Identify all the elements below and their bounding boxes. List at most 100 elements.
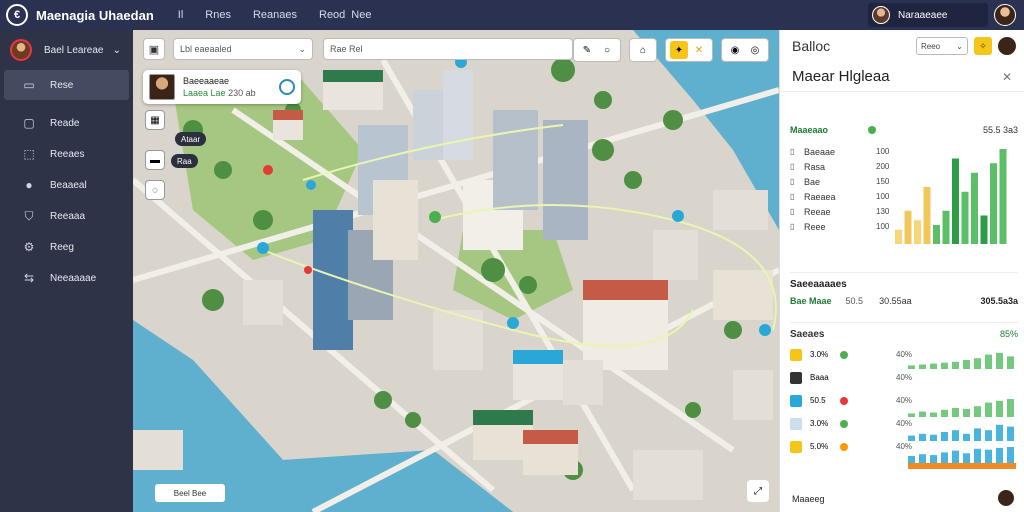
highlight-controls: ✦ ✕ [665,38,713,62]
app-logo-icon[interactable]: € [6,4,28,26]
sidebar-item-users[interactable]: ● Beaaeal [4,170,129,200]
sidebar-item-label: Reade [50,117,80,129]
shield-icon: ⛉ [24,208,34,223]
panel-title: Maear Hlgleaa ✕ [780,62,1024,92]
location-card-subtitle: Laaea Lae 230 ab [183,88,256,98]
sidebar-item-share[interactable]: ⇆ Neeaaaae [4,263,129,293]
sparkline-bar [908,413,915,417]
summary-section: Saeeaaaaes Bae Maae 50.5 30.55aa 305.5a3… [790,272,1018,322]
setting-label: 5.0% [810,442,829,451]
chart-bar [914,220,921,244]
status-dot-icon [840,350,848,359]
avatar[interactable] [998,490,1014,506]
star-icon[interactable]: ✦ [670,41,688,59]
sidebar-item-label: Beaaeal [50,179,87,191]
grid-icon[interactable]: ◎ [746,41,764,59]
period-select[interactable]: Reeo ⌄ [916,37,968,55]
user-menu[interactable]: Naraaeaee [868,3,988,27]
summary-row: Bae Maae 50.5 30.55aa 305.5a3a [790,296,1018,306]
nav-item-5[interactable]: Nee [351,9,371,21]
metrics-value: 55.5 3a3 [982,125,1018,135]
sidebar-item-reports[interactable]: ▢ Reade [4,108,129,138]
tool-select-button[interactable]: ▦ [145,110,165,130]
sparkline-bar [941,362,948,369]
layer-select[interactable]: Lbl eaeaaled ⌄ [173,38,313,60]
nav-item-3[interactable]: Reanaes [253,9,297,21]
navigate-icon[interactable] [279,79,295,95]
sparkline-bar [908,435,915,441]
sparkline-bar [941,409,948,417]
nav-item-1[interactable]: Il [178,9,184,21]
sidebar-item-label: Neeaaaae [50,272,97,284]
map-icon: ⬚ [23,147,35,161]
search-input[interactable]: Rae Rel [323,38,573,60]
eye-icon[interactable]: ◉ [726,41,744,59]
sidebar-item-label: Reeg [50,241,74,253]
metric-number: 130 [876,207,890,216]
sidebar-item-home[interactable]: ▭ Rese [4,70,129,100]
sidebar-item-maps[interactable]: ⬚ Reeaes [4,139,129,169]
avatar[interactable] [998,37,1016,55]
share-icon: ⇆ [23,271,35,285]
search-icon[interactable]: ○ [598,41,616,59]
sidebar-item-security[interactable]: ⛉ Reeaaa [4,201,129,231]
sidebar-item-label: Rese [50,79,74,91]
bell-icon[interactable]: ✧ [974,37,992,55]
sparkline-bar [974,448,981,465]
tool-marker-button[interactable]: ▬ [145,150,165,170]
tool-lasso-button[interactable]: ◌ [145,180,165,200]
sidebar-user-name: Bael Leareae [44,44,104,56]
settings-title: Saeaes [790,328,825,340]
details-panel: Balloc Reeo ⌄ ✧ Maear Hlgleaa ✕ Maaeaao … [779,30,1024,512]
sidebar-user[interactable]: Bael Leareae ⌄ [0,30,133,70]
close-icon[interactable]: ✕ [1002,70,1012,84]
sparkline-bar [996,447,1003,465]
setting-icon [790,348,802,361]
map-view[interactable]: ▣ Lbl eaeaaled ⌄ Rae Rel ✎ ○ ⌂ ✦ ✕ ◉ ◎ B… [133,30,779,512]
settings-section: Saeaes 85% 3.0% 40% Baaa 40% 50.5 40% 3.0% 40% 5… [790,322,1018,492]
sparkline-bar [974,428,981,441]
sparkline-bar [963,433,970,441]
avatar [872,6,890,24]
sidebar-item-settings[interactable]: ⚙ Reeg [4,232,129,262]
panel-header-title: Balloc [792,38,831,54]
location-card[interactable]: Baeeaaeae Laaea Lae 230 ab [143,70,301,104]
sparkline-bar [985,449,992,465]
chevron-down-icon: ⌄ [298,43,306,54]
document-icon: ▢ [23,116,35,130]
nav-item-2[interactable]: Rnes [205,9,231,21]
home-icon[interactable]: ⌂ [634,41,652,59]
list-icon: ▯ [790,207,795,216]
layer-select-value: Lbl eaeaaled [180,44,232,54]
map-tools: ✎ ○ ⌂ ✦ ✕ ◉ ◎ [565,38,769,62]
chart-bar [942,210,950,244]
sparkline-bar [919,433,926,441]
map-tag[interactable]: Raa [171,154,198,168]
filter-icon[interactable]: ✕ [690,41,708,59]
layers-button[interactable]: ▣ [143,38,165,60]
chart-bar [999,149,1007,244]
sparkline-bar [963,408,970,417]
sparkline-bar [963,360,970,369]
chart-bar [980,215,988,244]
map-tag[interactable]: Ataar [175,132,207,146]
chart-bar [923,187,931,244]
sparkline-bar [941,432,948,441]
status-dot-icon [840,419,848,428]
chevron-down-icon: ⌄ [112,44,121,56]
pen-icon[interactable]: ✎ [578,41,596,59]
nav-item-4[interactable]: Reod [319,9,345,21]
list-icon: ▯ [790,177,795,186]
fullscreen-icon[interactable]: ⤢ [747,480,769,502]
chevron-down-icon: ⌄ [956,41,963,51]
sparkline-bar [930,363,937,369]
profile-avatar[interactable] [994,4,1016,26]
sparkline-bar [1007,399,1014,417]
status-dot-icon [840,374,848,382]
setting-icon [790,417,802,430]
sparkline-bar [996,352,1003,369]
sparkline-bar [930,434,937,441]
sparkline-bar [974,358,981,369]
panel-title-text: Maear Hlgleaa [792,68,890,85]
setting-icon [790,394,802,407]
